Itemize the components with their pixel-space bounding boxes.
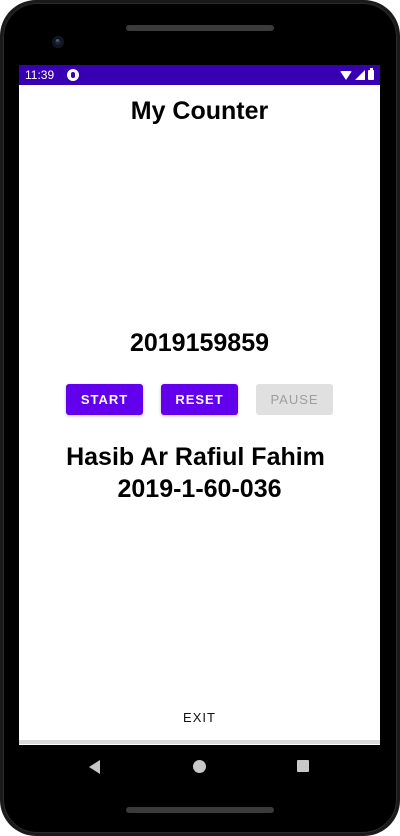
start-button[interactable]: START [66,384,143,415]
status-time: 11:39 [25,68,55,82]
reset-button[interactable]: RESET [161,384,238,415]
signal-icon [355,70,365,80]
pause-button[interactable]: PAUSE [256,384,333,415]
status-icons [340,65,374,85]
counter-value: 2019159859 [129,329,270,357]
bottom-speaker [126,807,274,813]
wifi-icon [340,70,352,80]
top-speaker [126,25,274,31]
app-notification-icon [67,69,79,81]
app-title: My Counter [130,97,269,125]
battery-icon [368,68,374,80]
phone-frame: 11:39 My Counter 2019159859 START RESET … [0,0,400,836]
front-camera-icon [52,36,64,48]
home-icon[interactable] [193,760,206,773]
student-name: Hasib Ar Rafiul Fahim [66,443,325,471]
navigation-bar [19,745,380,787]
button-row: START RESET PAUSE [19,384,380,415]
app-screen: 11:39 My Counter 2019159859 START RESET … [19,65,380,787]
student-id: 2019-1-60-036 [117,475,282,503]
recents-icon[interactable] [297,760,309,772]
exit-button[interactable]: EXIT [159,705,240,731]
status-bar: 11:39 [19,65,380,85]
back-icon[interactable] [89,760,100,774]
bottom-divider [19,740,380,744]
